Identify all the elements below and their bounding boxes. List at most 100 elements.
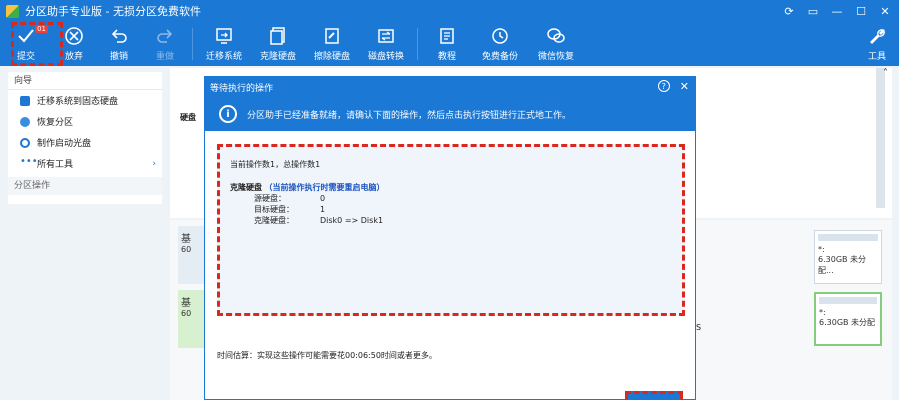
app-logo-icon: [6, 4, 19, 18]
partition-size: 6.30GB 未分配...: [818, 255, 867, 275]
clone-disk-icon: [270, 27, 285, 45]
execute-button[interactable]: [625, 391, 683, 400]
free-backup-button[interactable]: 免费备份: [472, 22, 528, 66]
sidebar-item-all-tools[interactable]: ••• 所有工具 ›: [8, 153, 162, 174]
dialog-info-banner: i 分区助手已经准备就绪，请确认下面的操作，然后点击执行按钮进行正式地工作。: [205, 97, 695, 131]
detail-value: Disk0 => Disk1: [320, 216, 384, 225]
disk-size-label: 60: [181, 245, 192, 254]
migrate-icon: [216, 28, 232, 44]
detail-key: 克隆硬盘：: [254, 216, 294, 225]
title-bar: 分区助手专业版 - 无损分区免费软件 ⟳ ▭ — ☐ ✕: [0, 0, 899, 22]
disk-type-label: 基: [181, 234, 191, 245]
detail-value: 1: [320, 205, 326, 214]
sidebar-item-boot-disc[interactable]: 制作启动光盘: [8, 132, 162, 153]
undo-button[interactable]: 撤销: [96, 22, 142, 66]
disk-size-label: 60: [181, 309, 192, 318]
partition-usage-bar: [818, 234, 878, 241]
tools-button[interactable]: 工具: [855, 22, 899, 66]
migrate-system-button[interactable]: 迁移系统: [197, 22, 251, 66]
convert-icon: [378, 29, 394, 43]
skin-icon[interactable]: ▭: [805, 3, 821, 19]
operation-heading: 克隆硬盘 （当前操作执行时需要重启电脑）: [230, 182, 672, 193]
partition-fs-label: S: [696, 323, 702, 332]
wizard-header: 向导: [8, 72, 162, 90]
partition-size: 6.30GB 未分配: [819, 318, 876, 327]
tools-label: 工具: [867, 52, 886, 62]
partition-name: *:: [819, 308, 826, 317]
eraser-icon: [325, 28, 339, 44]
reboot-note: （当前操作执行时需要重启电脑）: [264, 183, 385, 192]
wipe-label: 擦除硬盘: [313, 52, 350, 62]
operation-detail-row: 克隆硬盘： Disk0 => Disk1: [230, 215, 672, 226]
sidebar-item-label: 迁移系统到固态硬盘: [37, 97, 119, 107]
wrench-icon: [870, 29, 885, 44]
dialog-title: 等待执行的操作: [210, 83, 274, 94]
partition-ops-header: 分区操作: [8, 177, 162, 195]
window-title: 分区助手专业版 - 无损分区免费软件: [25, 5, 201, 18]
convert-label: 磁盘转换: [367, 52, 404, 62]
wechat-label: 微信恢复: [537, 52, 574, 62]
discard-icon: [65, 27, 83, 45]
tutorial-label: 教程: [437, 52, 456, 62]
info-icon: i: [219, 105, 237, 123]
operation-detail-row: 源硬盘： 0: [230, 193, 672, 204]
chevron-right-icon: ›: [152, 158, 156, 169]
disk-column-label: 硬盘: [180, 113, 196, 122]
operation-detail-row: 目标硬盘： 1: [230, 204, 672, 215]
info-message: 分区助手已经准备就绪，请确认下面的操作，然后点击执行按钮进行正式地工作。: [247, 110, 572, 121]
wechat-recovery-button[interactable]: 微信恢复: [528, 22, 584, 66]
sidebar-item-label: 制作启动光盘: [37, 139, 92, 149]
toolbar-divider: [192, 28, 193, 60]
scroll-up-icon[interactable]: ˄: [883, 68, 888, 79]
dialog-close-button[interactable]: ✕: [680, 80, 689, 93]
detail-key: 源硬盘：: [254, 194, 286, 203]
disk-convert-button[interactable]: 磁盘转换: [359, 22, 413, 66]
close-button[interactable]: ✕: [877, 3, 893, 19]
detail-value: 0: [320, 194, 326, 203]
migrate-icon: [20, 95, 30, 106]
disc-icon: [20, 137, 30, 148]
pending-operations-dialog: 等待执行的操作 ? ✕ i 分区助手已经准备就绪，请确认下面的操作，然后点击执行…: [204, 76, 696, 400]
detail-key: 目标硬盘：: [254, 205, 294, 214]
clone-label: 克隆硬盘: [259, 52, 296, 62]
undo-label: 撤销: [109, 52, 128, 62]
more-icon: •••: [20, 155, 38, 167]
operation-title: 克隆硬盘: [230, 183, 262, 192]
wechat-icon: [547, 28, 565, 43]
operation-count: 当前操作数1，总操作数1: [230, 160, 321, 169]
minimize-button[interactable]: —: [829, 3, 845, 19]
partition-name: *:: [818, 245, 825, 254]
sidebar-panel: 向导 迁移系统到固态硬盘 恢复分区 制作启动光盘 ••• 所有工具 › 分区操作: [8, 72, 162, 204]
restore-icon: [20, 116, 30, 127]
redo-label: 重做: [155, 52, 174, 62]
partition-usage-bar: [819, 297, 877, 304]
discard-label: 放弃: [64, 52, 83, 62]
sidebar-item-label: 恢复分区: [37, 118, 74, 128]
backup-label: 免费备份: [481, 52, 518, 62]
main-toolbar: 提交 01 放弃 撤销 重做 迁移系统 克隆硬盘 擦除硬盘 磁盘转换 教程 免费…: [0, 22, 899, 66]
time-estimate: 时间估算：实现这些操作可能需要花00:06:50时间或者更多。: [217, 351, 437, 360]
redo-icon: [157, 29, 173, 43]
sidebar-item-label: 所有工具: [37, 160, 74, 170]
undo-icon: [111, 29, 127, 43]
help-icon[interactable]: ?: [657, 80, 670, 92]
clone-disk-button[interactable]: 克隆硬盘: [251, 22, 305, 66]
backup-icon: [492, 28, 508, 44]
commit-highlight: [11, 22, 63, 66]
vertical-scrollbar[interactable]: [876, 68, 885, 208]
maximize-button[interactable]: ☐: [853, 3, 869, 19]
unallocated-partition[interactable]: *: 6.30GB 未分配...: [814, 230, 882, 284]
book-icon: [440, 28, 454, 44]
wipe-disk-button[interactable]: 擦除硬盘: [305, 22, 359, 66]
sidebar-item-migrate-ssd[interactable]: 迁移系统到固态硬盘: [8, 90, 162, 111]
operations-list: 当前操作数1，总操作数1 克隆硬盘 （当前操作执行时需要重启电脑） 源硬盘： 0…: [217, 144, 685, 316]
tutorial-button[interactable]: 教程: [422, 22, 472, 66]
unallocated-partition[interactable]: *: 6.30GB 未分配: [814, 292, 882, 346]
toolbar-divider: [417, 28, 418, 60]
redo-button[interactable]: 重做: [142, 22, 188, 66]
refresh-icon[interactable]: ⟳: [781, 3, 797, 19]
migrate-label: 迁移系统: [205, 52, 242, 62]
dialog-title-bar: 等待执行的操作 ? ✕: [205, 77, 695, 97]
disk-type-label: 基: [181, 298, 191, 309]
sidebar-item-restore-partition[interactable]: 恢复分区: [8, 111, 162, 132]
